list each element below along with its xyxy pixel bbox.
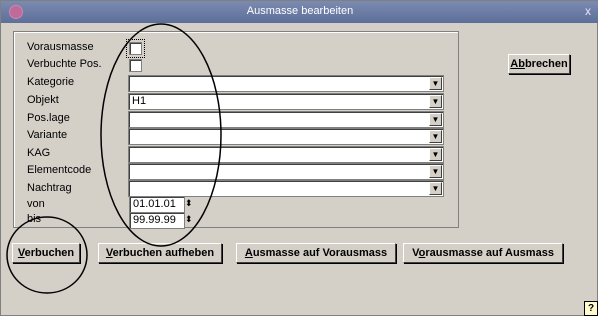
bis-spinner-icon[interactable]: ⬍ <box>185 212 193 227</box>
vorausmasse-auf-ausmass-button[interactable]: Vorausmasse auf Ausmass <box>403 243 563 263</box>
bis-value: 99.99.99 <box>133 214 176 226</box>
abbrechen-label: brechen <box>524 58 568 70</box>
ausmasse-auf-vorausmass-button[interactable]: Ausmasse auf Vorausmass <box>236 243 396 263</box>
label-vorausmasse: Vorausmasse <box>27 41 94 53</box>
label-objekt: Objekt <box>27 94 59 106</box>
window-title: Ausmasse bearbeiten <box>246 5 354 17</box>
von-spinner-icon[interactable]: ⬍ <box>185 196 193 211</box>
verbuchen-aufheben-label: erbuchen aufheben <box>112 247 215 259</box>
label-verbuchte-pos: Verbuchte Pos. <box>27 58 102 70</box>
ausmasse-auf-vorausmass-label: usmasse auf Vorausmass <box>252 247 388 259</box>
nachtrag-select[interactable]: ▼ <box>128 180 444 197</box>
vorausmasse-checkbox[interactable] <box>126 39 145 58</box>
label-bis: bis <box>27 213 42 225</box>
kag-select[interactable]: ▼ <box>128 146 444 163</box>
close-icon[interactable]: x <box>581 4 595 18</box>
variante-select[interactable]: ▼ <box>128 128 444 145</box>
label-elementcode: Elementcode <box>27 164 92 176</box>
verbuchen-button[interactable]: Verbuchen <box>12 243 80 263</box>
verbuchte-pos-checkbox[interactable] <box>129 59 142 72</box>
von-value: 01.01.01 <box>133 198 176 210</box>
dropdown-arrow-icon[interactable]: ▼ <box>429 182 442 195</box>
dropdown-arrow-icon[interactable]: ▼ <box>429 95 442 108</box>
dialog-window: Ausmasse bearbeiten x Vorausmasse Verbuc… <box>0 0 598 316</box>
dropdown-arrow-icon[interactable]: ▼ <box>429 130 442 143</box>
label-kategorie: Kategorie <box>27 76 75 88</box>
von-date-input[interactable]: 01.01.01 <box>129 196 185 213</box>
kategorie-select[interactable]: ▼ <box>128 75 444 92</box>
dropdown-arrow-icon[interactable]: ▼ <box>429 77 442 90</box>
abbrechen-mnemonic: Ab <box>510 58 525 70</box>
vorausmasse-auf-ausmass-label: rausmasse auf Ausmass <box>425 247 554 259</box>
dropdown-arrow-icon[interactable]: ▼ <box>429 113 442 126</box>
verbuchen-aufheben-button[interactable]: Verbuchen aufheben <box>98 243 222 263</box>
dropdown-arrow-icon[interactable]: ▼ <box>429 165 442 178</box>
label-nachtrag: Nachtrag <box>27 182 72 194</box>
title-bar[interactable]: Ausmasse bearbeiten x <box>1 1 598 23</box>
verbuchen-aufheben-mnemonic: V <box>105 247 113 259</box>
ausmasse-auf-vorausmass-mnemonic: A <box>244 247 253 259</box>
verbuchen-label: erbuchen <box>24 247 75 259</box>
objekt-value: H1 <box>132 95 147 107</box>
verbuchen-mnemonic: V <box>17 247 25 259</box>
objekt-select[interactable]: H1 ▼ <box>128 93 444 110</box>
label-variante: Variante <box>27 129 68 141</box>
bis-date-input[interactable]: 99.99.99 <box>129 212 185 229</box>
label-kag: KAG <box>27 147 51 159</box>
label-pos-lage: Pos.lage <box>27 112 70 124</box>
abbrechen-button[interactable]: Abbrechen <box>508 54 570 74</box>
elementcode-select[interactable]: ▼ <box>128 163 444 180</box>
dropdown-arrow-icon[interactable]: ▼ <box>429 148 442 161</box>
label-von: von <box>27 198 45 210</box>
help-icon[interactable]: ? <box>584 301 598 316</box>
pos-lage-select[interactable]: ▼ <box>128 111 444 128</box>
